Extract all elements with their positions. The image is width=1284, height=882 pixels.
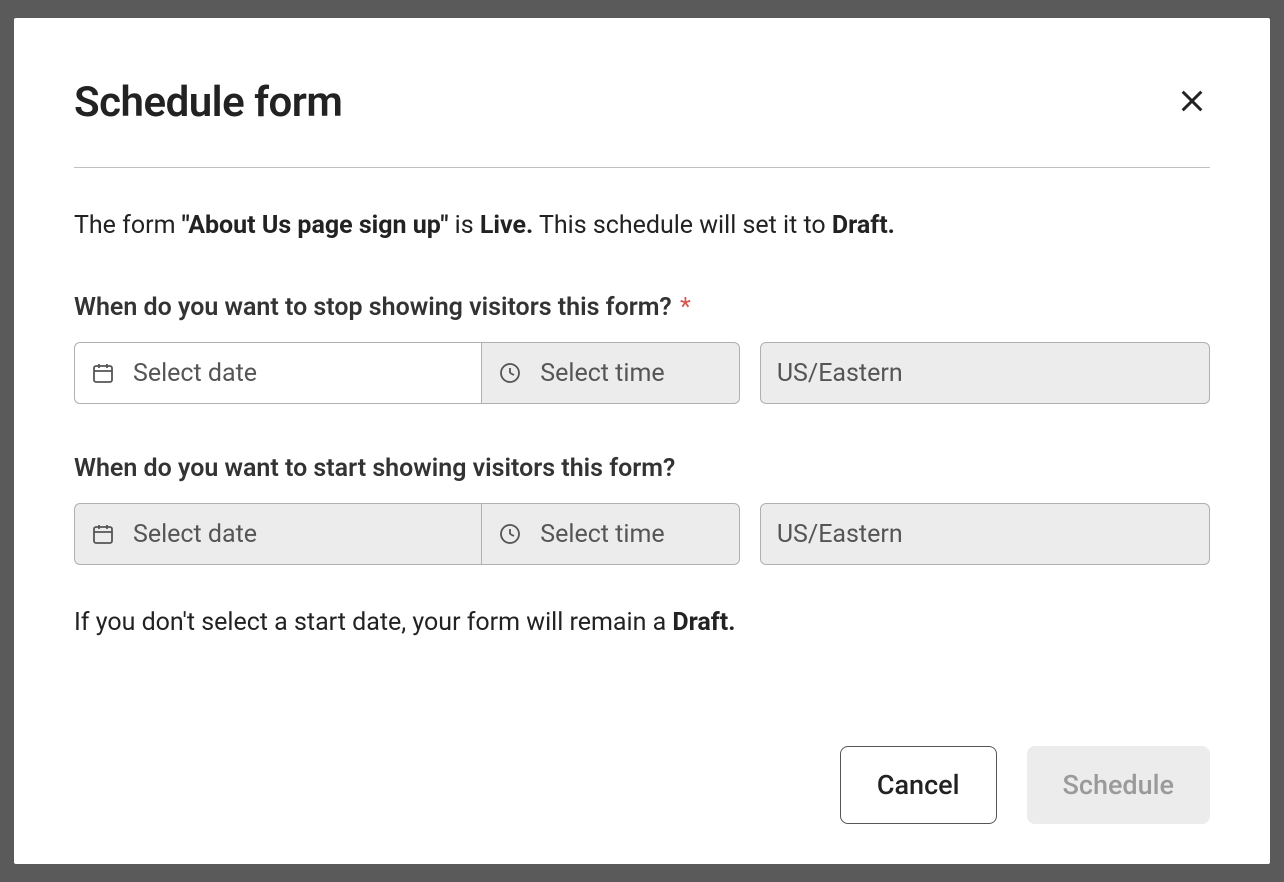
stop-time-placeholder: Select time [540,359,664,388]
start-input-row: Select date Select time US/Eastern [74,503,1210,565]
modal-title: Schedule form [74,78,342,127]
clock-icon [498,522,522,546]
stop-showing-label: When do you want to stop showing visitor… [74,293,1210,322]
stop-time-input[interactable]: Select time [481,342,740,404]
start-showing-label: When do you want to start showing visito… [74,454,1210,483]
required-indicator: * [680,293,691,322]
helper-text: If you don't select a start date, your f… [74,605,1210,640]
schedule-form-modal: Schedule form The form "About Us page si… [14,18,1270,864]
stop-date-time-group: Select date Select time [74,342,740,404]
stop-timezone-value: US/Eastern [777,359,903,388]
desc-form-name: "About Us page sign up" [182,211,449,240]
close-button[interactable] [1174,83,1210,122]
stop-input-row: Select date Select time US/Eastern [74,342,1210,404]
schedule-button[interactable]: Schedule [1027,746,1210,824]
desc-mid2: This schedule will set it to [533,211,832,240]
calendar-icon [91,361,115,385]
cancel-button[interactable]: Cancel [840,746,997,824]
modal-description: The form "About Us page sign up" is Live… [74,208,1210,243]
start-date-time-group: Select date Select time [74,503,740,565]
desc-status: Live. [480,211,533,240]
helper-status: Draft. [672,608,735,637]
calendar-icon [91,522,115,546]
start-date-input[interactable]: Select date [74,503,481,565]
start-timezone-select[interactable]: US/Eastern [760,503,1210,565]
start-time-placeholder: Select time [540,520,664,549]
desc-mid1: is [448,211,479,240]
start-label-text: When do you want to start showing visito… [74,454,675,483]
stop-timezone-select[interactable]: US/Eastern [760,342,1210,404]
desc-target-status: Draft. [832,211,895,240]
modal-footer: Cancel Schedule [74,706,1210,824]
modal-header: Schedule form [74,78,1210,168]
stop-label-text: When do you want to stop showing visitor… [74,293,672,322]
stop-date-placeholder: Select date [133,359,257,388]
stop-date-input[interactable]: Select date [74,342,481,404]
helper-prefix: If you don't select a start date, your f… [74,608,672,637]
start-timezone-value: US/Eastern [777,520,903,549]
desc-prefix: The form [74,211,182,240]
clock-icon [498,361,522,385]
start-date-placeholder: Select date [133,520,257,549]
close-icon [1178,87,1206,118]
start-time-input[interactable]: Select time [481,503,740,565]
